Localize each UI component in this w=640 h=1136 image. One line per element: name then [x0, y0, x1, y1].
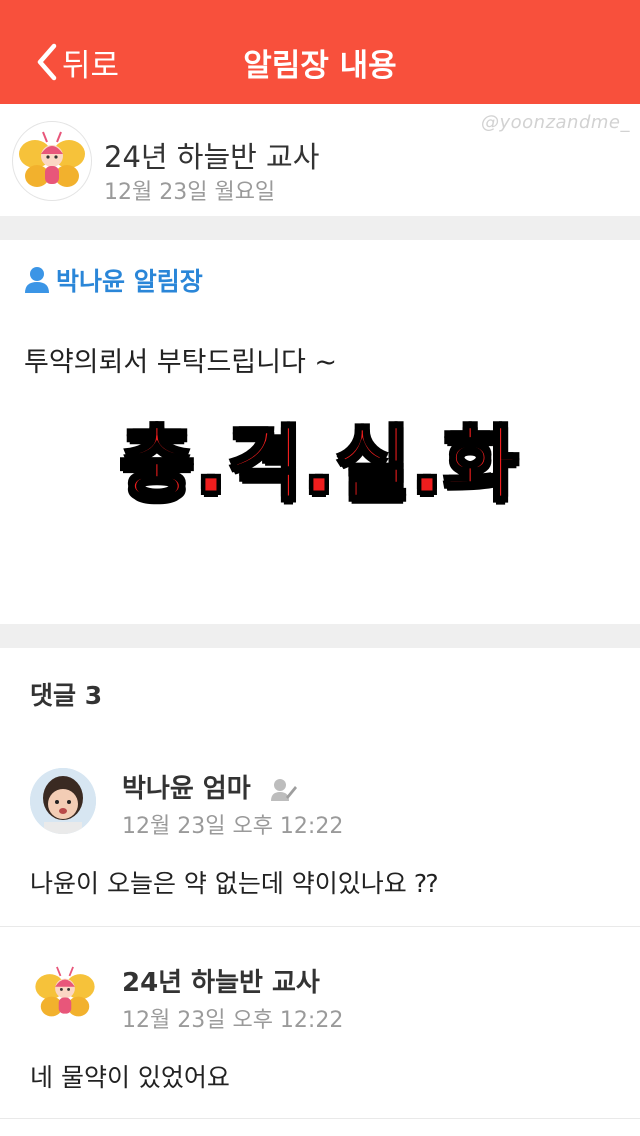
comment-text: 네 물약이 있었어요 — [30, 1063, 230, 1092]
comment-author-label: 박나윤 엄마 — [122, 774, 251, 804]
section-divider — [0, 216, 640, 240]
parent-badge-icon — [270, 778, 297, 801]
post-author-name: 24년 하늘반 교사 — [104, 140, 320, 174]
notice-body-text: 투약의뢰서 부탁드립니다 ~ — [24, 347, 338, 378]
teacher-avatar[interactable] — [12, 121, 92, 201]
notice-student-label: 박나윤 알림장 — [56, 267, 203, 296]
comment-text: 나윤이 오늘은 약 없는데 약이있나요 ⁇ — [30, 869, 438, 898]
comment-divider — [0, 1118, 640, 1119]
butterfly-character-icon — [35, 966, 95, 1017]
notice-card: 박나윤 알림장 투약의뢰서 부탁드립니다 ~ 충.격.실.화 — [0, 240, 640, 624]
butterfly-character-icon — [19, 131, 85, 187]
comment-item: 박나윤 엄마 12월 23일 오후 12:22 나윤이 오늘은 약 없는데 약이… — [0, 764, 640, 926]
post-date: 12월 23일 월요일 — [104, 180, 276, 205]
comment-time: 12월 23일 오후 12:22 — [122, 814, 344, 839]
page-title: 알림장 내용 — [243, 48, 397, 84]
comment-time: 12월 23일 오후 12:22 — [122, 1008, 344, 1033]
person-icon — [25, 267, 49, 293]
notice-label-row: 박나윤 알림장 — [24, 262, 203, 298]
top-navbar: 뒤로 알림장 내용 — [0, 0, 640, 104]
comment-divider — [0, 926, 640, 927]
overlay-caption: 충.격.실.화 — [119, 417, 520, 513]
comments-count-title: 댓글 3 — [30, 681, 103, 710]
comment-author-name: 박나윤 엄마 — [122, 768, 298, 805]
watermark: @yoonzandme_ — [480, 112, 630, 133]
comment-author-name: 24년 하늘반 교사 — [122, 968, 320, 998]
comments-section: 댓글 3 박나윤 엄마 12월 23일 오후 12:22 나윤이 오늘은 약 없… — [0, 648, 640, 1136]
section-divider — [0, 624, 640, 648]
child-photo-icon — [30, 768, 96, 834]
teacher-comment-avatar[interactable] — [30, 958, 100, 1028]
parent-avatar[interactable] — [30, 768, 96, 834]
comment-item: 24년 하늘반 교사 12월 23일 오후 12:22 네 물약이 있었어요 — [0, 958, 640, 1118]
